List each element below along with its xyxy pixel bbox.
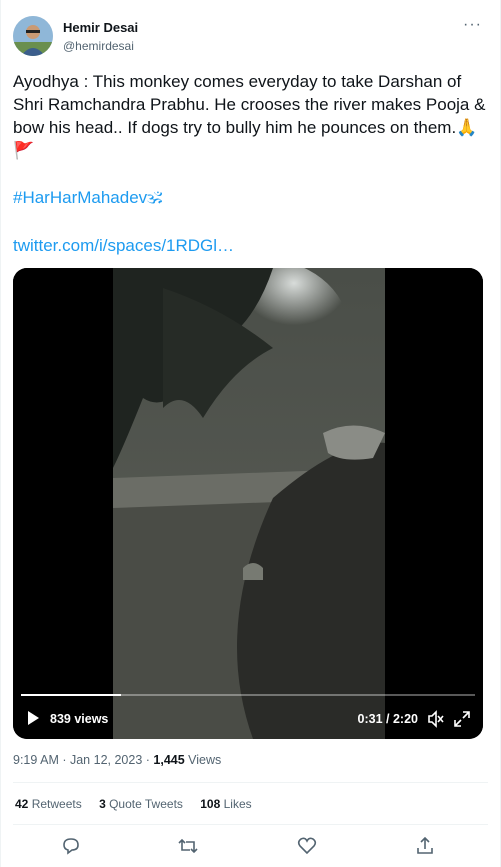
tweet-date[interactable]: Jan 12, 2023 (70, 753, 142, 767)
author-names: Hemir Desai @hemirdesai (63, 20, 138, 54)
meta-separator: · (58, 753, 70, 767)
action-bar (1, 836, 500, 860)
video-player[interactable]: 839 views 0:31 / 2:20 (13, 268, 483, 739)
retweets-stat[interactable]: 42 Retweets (15, 797, 82, 811)
video-views: 839 views (50, 712, 109, 726)
divider (13, 824, 488, 825)
meta-separator: · (142, 753, 154, 767)
quotes-count: 3 (99, 797, 106, 811)
author-handle[interactable]: @hemirdesai (63, 38, 138, 54)
video-progress-fill (21, 694, 121, 696)
video-progress-track[interactable] (21, 694, 475, 696)
divider (13, 782, 488, 783)
retweets-label: Retweets (28, 797, 82, 811)
engagement-stats: 42 Retweets 3 Quote Tweets 108 Likes (15, 797, 266, 811)
reply-icon[interactable] (61, 836, 85, 860)
more-options-icon[interactable]: ··· (463, 16, 482, 34)
author-display-name[interactable]: Hemir Desai (63, 20, 138, 36)
tweet-time[interactable]: 9:19 AM (13, 753, 59, 767)
avatar[interactable] (13, 16, 53, 56)
tweet-header: Hemir Desai @hemirdesai ··· (13, 16, 488, 62)
quotes-label: Quote Tweets (105, 797, 183, 811)
views-count: 1,445 (153, 753, 185, 767)
retweet-icon[interactable] (177, 836, 201, 860)
likes-stat[interactable]: 108 Likes (200, 797, 251, 811)
retweets-count: 42 (15, 797, 29, 811)
hashtag-link[interactable]: #HarHarMahadev🕉 (13, 188, 162, 208)
spaces-link[interactable]: twitter.com/i/spaces/1RDGl… (13, 236, 234, 256)
tweet-text: Ayodhya : This monkey comes everyday to … (13, 70, 491, 162)
quotes-stat[interactable]: 3 Quote Tweets (99, 797, 183, 811)
likes-label: Likes (220, 797, 252, 811)
likes-count: 108 (200, 797, 221, 811)
tweet-body: Ayodhya : This monkey comes everyday to … (13, 72, 486, 160)
video-time: 0:31 / 2:20 (357, 712, 418, 726)
fullscreen-icon[interactable] (453, 710, 471, 731)
like-icon[interactable] (297, 836, 321, 860)
video-controls: 839 views 0:31 / 2:20 (13, 704, 483, 734)
share-icon[interactable] (415, 836, 439, 860)
volume-icon[interactable] (427, 710, 445, 731)
tweet-card: Hemir Desai @hemirdesai ··· Ayodhya : Th… (0, 0, 501, 867)
tweet-meta: 9:19 AM · Jan 12, 2023 · 1,445 Views (13, 753, 221, 767)
video-frame (13, 268, 483, 739)
play-icon[interactable] (25, 710, 41, 729)
views-label: Views (184, 753, 222, 767)
